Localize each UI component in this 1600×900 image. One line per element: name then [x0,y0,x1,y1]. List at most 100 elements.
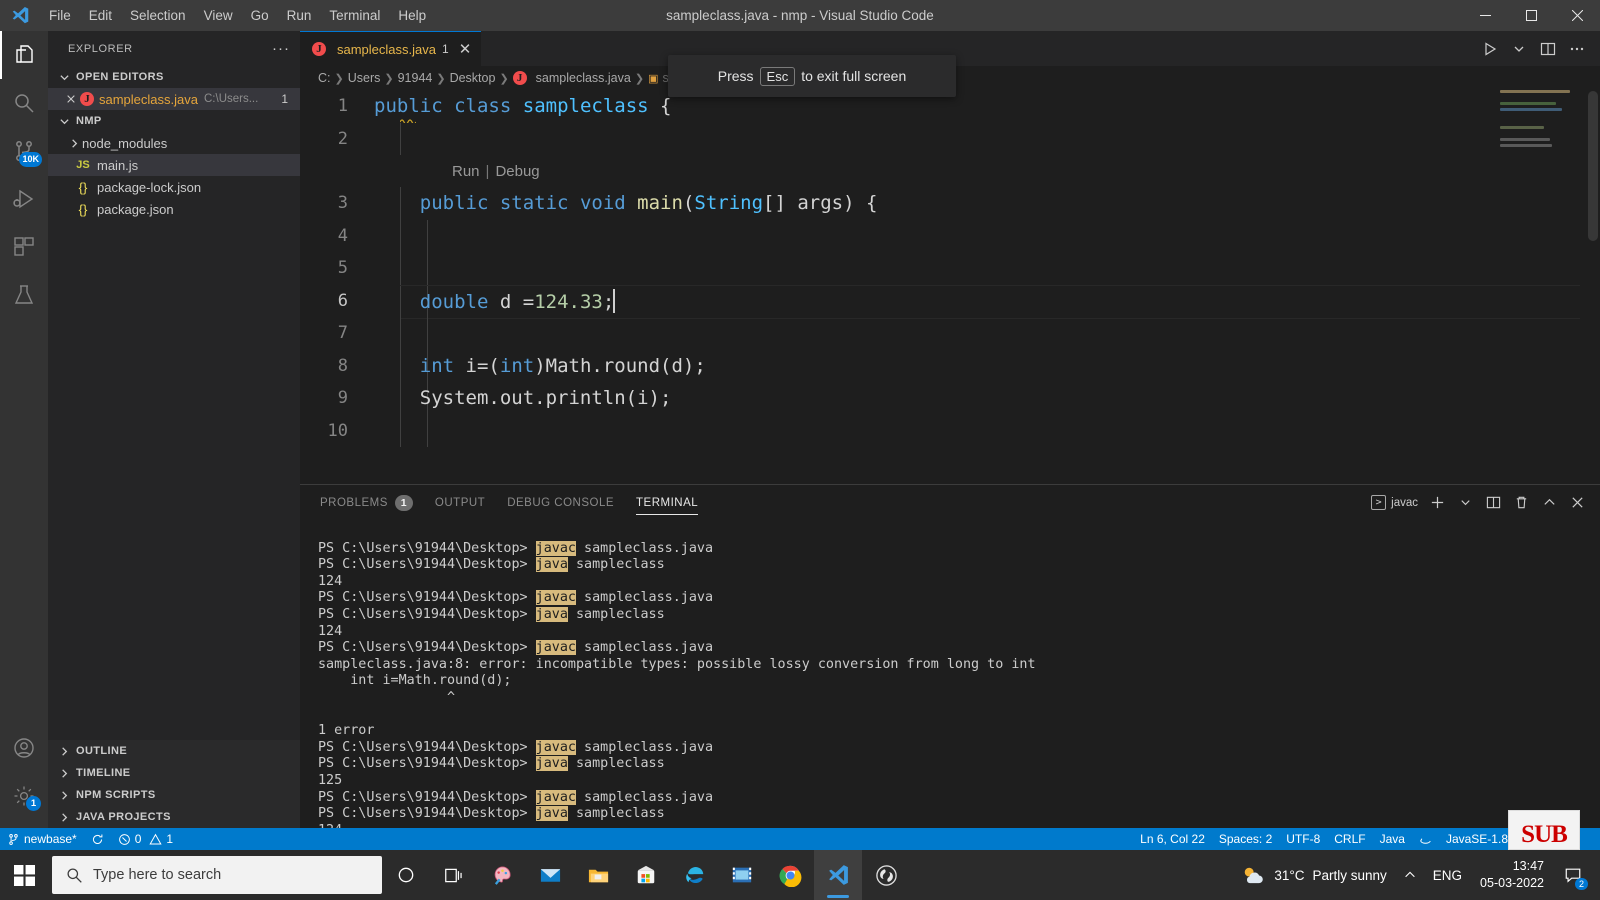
activity-manage[interactable]: 1 [0,772,48,820]
chevron-down-icon[interactable] [1506,34,1532,64]
notification-icon[interactable]: 2 [1554,850,1592,900]
activity-source-control[interactable]: 10K [0,127,48,175]
plus-icon[interactable] [1428,494,1446,512]
activity-accounts[interactable] [0,724,48,772]
menu-go[interactable]: Go [242,0,278,31]
terminal-prompt: PS C:\Users\91944\Desktop> [318,557,528,573]
activity-extensions[interactable] [0,223,48,271]
file-explorer-icon[interactable] [574,850,622,900]
tree-item-main-js[interactable]: JS main.js [48,154,300,176]
breadcrumb-item-desktop[interactable]: Desktop [450,71,496,85]
open-editor-item[interactable]: J sampleclass.java C:\Users... 1 [48,88,300,110]
tab-terminal[interactable]: TERMINAL [636,485,699,520]
close-icon[interactable]: ✕ [459,42,472,57]
section-java-projects[interactable]: JAVA PROJECTS [48,806,300,828]
menu-run[interactable]: Run [278,0,321,31]
status-sync[interactable] [84,828,111,850]
minimap[interactable] [1500,90,1586,180]
chevron-up-icon[interactable] [1540,494,1558,512]
codelens-run-link[interactable]: Run [452,163,480,180]
breadcrumb-item-file[interactable]: sampleclass.java [536,71,631,85]
status-indentation[interactable]: Spaces: 2 [1212,828,1279,850]
activity-run-debug[interactable] [0,175,48,223]
line-number: 6 [337,290,348,311]
tab-sampleclass-java[interactable]: J sampleclass.java 1 ✕ [300,31,482,66]
clock[interactable]: 13:47 05-03-2022 [1470,858,1554,892]
chevron-right-icon: ❯ [634,72,645,85]
close-icon[interactable] [62,94,80,104]
ellipsis-icon[interactable]: ··· [272,41,290,56]
tab-output[interactable]: OUTPUT [435,485,485,520]
trash-icon[interactable] [1512,494,1530,512]
cortana-icon[interactable] [382,850,430,900]
microsoft-store-icon[interactable] [622,850,670,900]
section-outline[interactable]: OUTLINE [48,740,300,762]
ellipsis-icon[interactable] [1564,34,1590,64]
breadcrumb-item-users[interactable]: Users [348,71,381,85]
breadcrumb-item-91944[interactable]: 91944 [398,71,433,85]
breadcrumb-item-drive[interactable]: C: [318,71,331,85]
status-encoding[interactable]: UTF-8 [1279,828,1327,850]
status-problems[interactable]: 0 1 [111,828,180,850]
menu-view[interactable]: View [195,0,242,31]
code-editor[interactable]: 1 public class sampleclass { 2 Run | Deb… [300,90,1600,484]
active-terminal-chip[interactable]: > javac [1371,495,1418,510]
mail-icon[interactable] [526,850,574,900]
close-icon[interactable] [1568,494,1586,512]
minimize-icon[interactable] [1462,0,1508,31]
status-line-endings[interactable]: CRLF [1327,828,1372,850]
paint-icon[interactable] [478,850,526,900]
windows-start-icon[interactable] [0,850,48,900]
play-icon[interactable] [1477,34,1503,64]
tab-problems[interactable]: PROBLEMS 1 [320,485,413,520]
terminal-output[interactable]: PS C:\Users\91944\Desktop> javac samplec… [300,520,1600,873]
edge-icon[interactable] [670,850,718,900]
menu-terminal[interactable]: Terminal [320,0,389,31]
chevron-down-icon[interactable] [1456,494,1474,512]
activity-search[interactable] [0,79,48,127]
section-npm-scripts[interactable]: NPM SCRIPTS [48,784,300,806]
status-cursor-position[interactable]: Ln 6, Col 22 [1133,828,1212,850]
terminal-command: javac [535,540,576,556]
movies-tv-icon[interactable] [718,850,766,900]
activity-testing[interactable] [0,271,48,319]
menu-help[interactable]: Help [389,0,435,31]
clock-date: 05-03-2022 [1480,876,1544,890]
search-input[interactable]: Type here to search [52,856,382,894]
tab-debug-console[interactable]: DEBUG CONSOLE [507,485,614,520]
tree-item-label: node_modules [82,135,168,151]
status-branch[interactable]: newbase* [0,828,84,850]
obs-icon[interactable] [862,850,910,900]
section-timeline[interactable]: TIMELINE [48,762,300,784]
vscode-icon[interactable] [814,850,862,900]
section-open-editors-label: OPEN EDITORS [76,71,164,83]
status-language-mode[interactable]: Java [1373,828,1412,850]
close-icon[interactable] [1554,0,1600,31]
status-jdk-version[interactable]: JavaSE-1.8 [1439,828,1515,850]
language-indicator[interactable]: ENG [1425,850,1470,900]
maximize-icon[interactable] [1508,0,1554,31]
menu-edit[interactable]: Edit [80,0,121,31]
split-icon[interactable] [1484,494,1502,512]
activity-explorer[interactable] [0,31,48,79]
line-content: public class sampleclass { [374,95,672,118]
weather-widget[interactable]: 31°C Partly sunny [1233,850,1394,900]
menu-selection[interactable]: Selection [121,0,195,31]
section-open-editors[interactable]: OPEN EDITORS [48,66,300,88]
codelens-debug-link[interactable]: Debug [495,163,539,180]
editor-scrollbar[interactable] [1588,91,1598,241]
tab-terminal-label: TERMINAL [636,496,699,509]
show-hidden-icons-button[interactable] [1395,850,1425,900]
sidebar-header: EXPLORER ··· [48,31,300,66]
split-editor-icon[interactable] [1535,34,1561,64]
tree-item-package-lock-json[interactable]: {} package-lock.json [48,176,300,198]
task-view-icon[interactable] [430,850,478,900]
chevron-right-icon [56,743,72,759]
text-cursor [613,288,616,313]
section-workspace[interactable]: NMP [48,110,300,132]
tree-item-node-modules[interactable]: node_modules [48,132,300,154]
chrome-icon[interactable] [766,850,814,900]
menu-file[interactable]: File [40,0,80,31]
tree-item-package-json[interactable]: {} package.json [48,198,300,220]
smiley-icon[interactable] [1412,828,1439,850]
